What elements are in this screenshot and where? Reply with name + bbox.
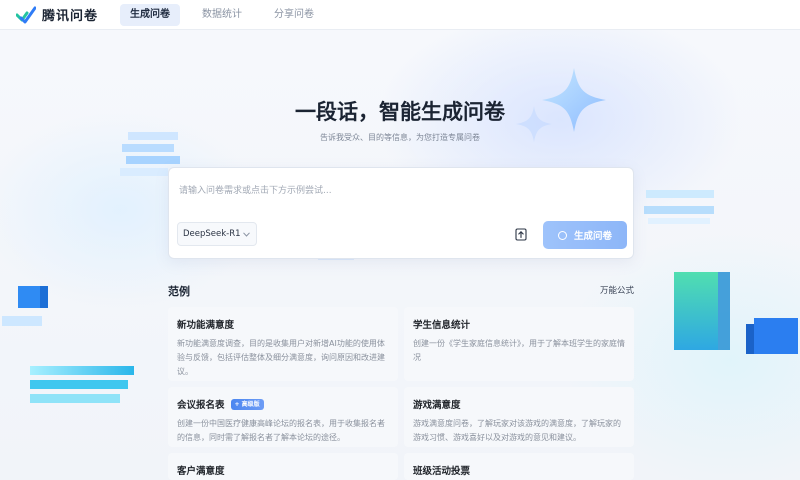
prompt-input[interactable]: [179, 176, 619, 206]
generate-survey-button[interactable]: 生成问卷: [543, 221, 627, 249]
premium-badge: + 高级版: [230, 398, 264, 410]
card-title: 班级活动投票: [413, 466, 471, 477]
card-title: 会议报名表: [177, 400, 225, 411]
page-title: 一段话，智能生成问卷: [295, 100, 505, 124]
card-title: 学生信息统计: [413, 320, 471, 331]
universal-formula-link[interactable]: 万能公式: [600, 284, 634, 296]
example-card-meeting-registration[interactable]: 会议报名表 + 高级版 创建一份中国医疗健康高峰论坛的报名表，用于收集报名者的信…: [168, 387, 398, 447]
card-title-row: 会议报名表 + 高级版: [177, 397, 389, 411]
tab-generate-survey[interactable]: 生成问卷: [120, 3, 180, 26]
example-card-new-feature-satisfaction[interactable]: 新功能满意度 新功能满意度调查，目的是收集用户对新增AI功能的使用体验与反馈，包…: [168, 307, 398, 381]
generate-button-label: 生成问卷: [573, 231, 612, 242]
upload-file-button[interactable]: [513, 226, 529, 242]
brand-logo-icon: [16, 6, 36, 23]
card-title: 新功能满意度: [177, 320, 235, 331]
card-description: 新功能满意度调查，目的是收集用户对新增AI功能的使用体验与反馈，包括评估整体及细…: [177, 339, 385, 376]
brand[interactable]: 腾讯问卷: [16, 5, 120, 24]
tab-share-survey[interactable]: 分享问卷: [264, 4, 324, 26]
loading-circle-icon: [557, 230, 567, 240]
example-card-student-info[interactable]: 学生信息统计 创建一份《学生家庭信息统计》，用于了解本班学生的家庭情况: [404, 307, 634, 381]
examples-heading: 范例: [168, 285, 190, 298]
card-description: 创建一份中国医疗健康高峰论坛的报名表，用于收集报名者的信息，同时需了解报名者了解…: [177, 419, 385, 442]
top-navigation-bar: 腾讯问卷 生成问卷 数据统计 分享问卷: [0, 0, 800, 30]
prompt-box: DeepSeek-R1 生成问卷: [168, 167, 634, 259]
chevron-down-icon: [243, 232, 250, 237]
card-title: 游戏满意度: [413, 400, 461, 411]
example-card-class-activity-vote[interactable]: 班级活动投票: [404, 453, 634, 480]
card-description: 游戏满意度问卷，了解玩家对该游戏的满意度，了解玩家的游戏习惯、游戏喜好以及对游戏…: [413, 419, 621, 442]
tab-data-statistics[interactable]: 数据统计: [192, 4, 252, 26]
card-title: 客户满意度: [177, 466, 225, 477]
model-select-label: DeepSeek-R1: [183, 229, 241, 239]
upload-icon: [515, 227, 527, 241]
card-description: 创建一份《学生家庭信息统计》，用于了解本班学生的家庭情况: [413, 339, 625, 362]
page-subtitle: 告诉我受众、目的等信息，为您打造专属问卷: [320, 133, 480, 142]
example-card-customer-satisfaction[interactable]: 客户满意度: [168, 453, 398, 480]
example-card-game-satisfaction[interactable]: 游戏满意度 游戏满意度问卷，了解玩家对该游戏的满意度，了解玩家的游戏习惯、游戏喜…: [404, 387, 634, 447]
model-select[interactable]: DeepSeek-R1: [177, 222, 257, 246]
brand-name: 腾讯问卷: [42, 9, 99, 24]
